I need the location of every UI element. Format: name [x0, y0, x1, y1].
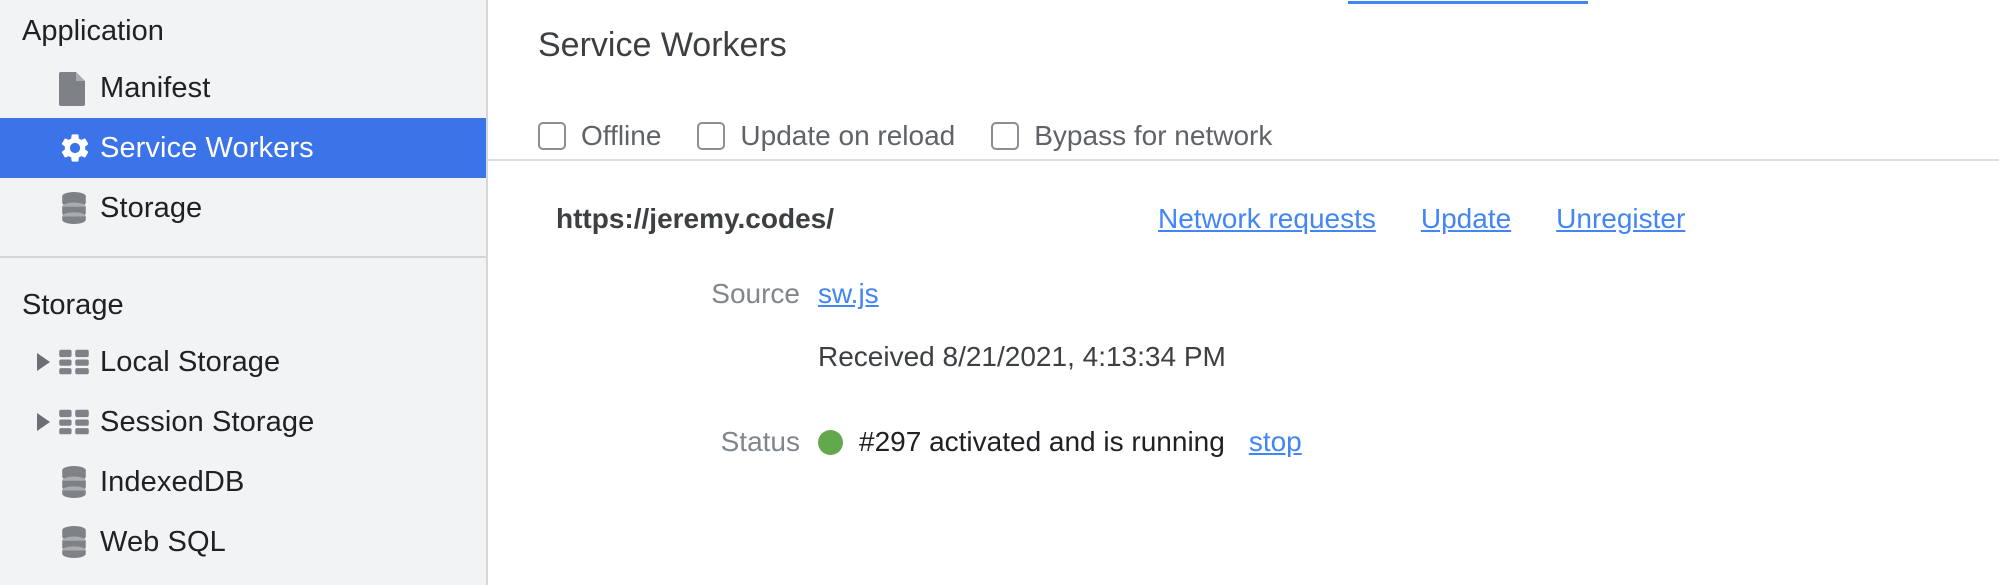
registration-actions: Network requests Update Unregister	[1158, 203, 1685, 235]
network-requests-link[interactable]: Network requests	[1158, 203, 1376, 235]
sidebar-item-label: IndexedDB	[100, 465, 245, 498]
sidebar-item-session-storage[interactable]: Session Storage	[0, 392, 486, 452]
checkbox-box[interactable]	[697, 122, 726, 150]
table-icon	[58, 348, 100, 376]
chevron-right-icon[interactable]	[28, 353, 58, 371]
bypass-for-network-checkbox[interactable]: Bypass for network	[991, 120, 1272, 152]
checkbox-label: Update on reload	[740, 120, 956, 151]
status-label: Status	[720, 426, 800, 457]
sidebar: Application Manifest Service Workers Sto…	[0, 0, 488, 585]
chevron-right-icon[interactable]	[28, 413, 58, 431]
database-icon	[58, 465, 100, 499]
header-divider	[488, 159, 1999, 161]
sidebar-item-label: Storage	[100, 191, 203, 224]
sidebar-item-label: Session Storage	[100, 405, 315, 438]
page-title: Service Workers	[538, 26, 787, 64]
checkbox-box[interactable]	[991, 122, 1020, 150]
sidebar-item-storage[interactable]: Storage	[0, 178, 486, 238]
document-icon	[58, 70, 100, 106]
sidebar-item-service-workers[interactable]: Service Workers	[0, 118, 486, 178]
sidebar-item-manifest[interactable]: Manifest	[0, 58, 486, 118]
checkbox-label: Offline	[581, 120, 662, 151]
source-label: Source	[711, 278, 800, 309]
source-value: sw.js	[818, 278, 879, 310]
sidebar-section-title-application: Application	[22, 15, 164, 47]
source-row: Source sw.js	[488, 272, 1999, 316]
sidebar-item-label: Manifest	[100, 71, 211, 104]
registration-header-row: https://jeremy.codes/ Network requests U…	[488, 193, 1999, 245]
status-indicator-icon	[818, 429, 843, 455]
registration-origin: https://jeremy.codes/	[556, 203, 835, 234]
sidebar-section-storage: Storage Local Storage Session Storage In…	[0, 274, 486, 572]
table-icon	[58, 408, 100, 436]
unregister-link[interactable]: Unregister	[1556, 203, 1685, 235]
gear-icon	[58, 131, 100, 165]
service-worker-toolbar: Offline Update on reload Bypass for netw…	[538, 120, 1308, 152]
status-value: #297 activated and is running stop	[818, 426, 1302, 458]
received-text: Received 8/21/2021, 4:13:34 PM	[818, 341, 1226, 372]
received-row: Received 8/21/2021, 4:13:34 PM	[488, 335, 1999, 379]
sidebar-item-web-sql[interactable]: Web SQL	[0, 512, 486, 572]
database-icon	[58, 191, 100, 225]
update-on-reload-checkbox[interactable]: Update on reload	[697, 120, 955, 152]
main-panel: Service Workers Offline Update on reload…	[488, 0, 1999, 585]
database-icon	[58, 525, 100, 559]
sidebar-item-indexeddb[interactable]: IndexedDB	[0, 452, 486, 512]
checkbox-box[interactable]	[538, 122, 566, 150]
checkbox-label: Bypass for network	[1034, 120, 1273, 151]
sidebar-item-local-storage[interactable]: Local Storage	[0, 332, 486, 392]
devtools-application-panel: Application Manifest Service Workers Sto…	[0, 0, 1999, 585]
status-row: Status #297 activated and is running sto…	[488, 420, 1999, 464]
update-link[interactable]: Update	[1421, 203, 1511, 235]
stop-link[interactable]: stop	[1249, 426, 1302, 458]
sidebar-item-label: Local Storage	[100, 345, 281, 378]
sidebar-item-label: Service Workers	[100, 131, 314, 164]
sidebar-section-application: Application Manifest Service Workers Sto…	[0, 0, 486, 238]
sidebar-divider	[0, 256, 486, 258]
source-file-link[interactable]: sw.js	[818, 278, 879, 310]
sidebar-section-title-storage: Storage	[22, 289, 124, 321]
offline-checkbox[interactable]: Offline	[538, 120, 661, 152]
sidebar-item-label: Web SQL	[100, 525, 226, 558]
clipped-link-underline	[1348, 1, 1588, 4]
status-text: #297 activated and is running	[859, 426, 1225, 457]
